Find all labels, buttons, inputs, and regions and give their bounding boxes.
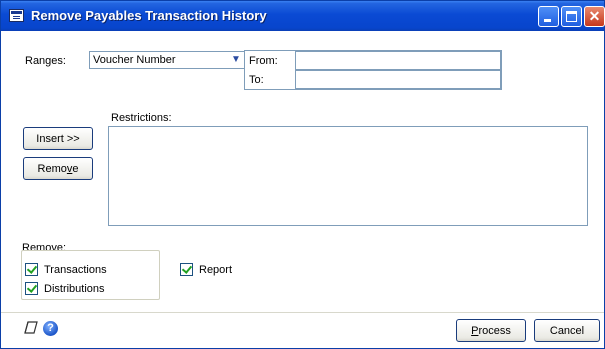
footer-divider (1, 312, 604, 313)
restrictions-label: Restrictions: (111, 112, 172, 124)
minimize-button[interactable] (538, 6, 559, 27)
process-button[interactable]: Process (456, 319, 526, 342)
remove-button-label-start: Remo (37, 163, 67, 175)
remove-button[interactable]: Remove (23, 157, 93, 180)
insert-button[interactable]: Insert >> (23, 127, 93, 150)
transactions-checkbox[interactable] (25, 263, 38, 276)
maximize-button[interactable] (561, 6, 582, 27)
close-icon: ✕ (588, 8, 601, 24)
eraser-icon[interactable] (23, 321, 39, 335)
help-icon[interactable]: ? (43, 321, 58, 336)
report-label: Report (199, 264, 233, 276)
ranges-label: Ranges: (25, 55, 66, 67)
transactions-label: Transactions (44, 264, 107, 276)
title-bar[interactable]: Remove Payables Transaction History ✕ (1, 1, 605, 31)
from-label: From: (249, 55, 278, 67)
distributions-checkbox[interactable] (25, 282, 38, 295)
minimize-icon (544, 19, 551, 22)
ranges-dropdown[interactable]: Voucher Number ▼ (89, 51, 245, 69)
close-button[interactable]: ✕ (584, 6, 605, 27)
from-field[interactable] (295, 51, 501, 70)
remove-button-label-end: e (72, 163, 79, 175)
chevron-down-icon[interactable]: ▼ (228, 52, 244, 68)
to-label: To: (249, 74, 264, 86)
distributions-label: Distributions (44, 283, 105, 295)
cancel-button[interactable]: Cancel (534, 319, 600, 342)
restrictions-list[interactable] (108, 126, 588, 226)
report-checkbox[interactable] (180, 263, 193, 276)
process-button-label-end: rocess (478, 325, 511, 337)
window-icon (9, 9, 24, 22)
to-field[interactable] (295, 70, 501, 89)
ranges-selected-value: Voucher Number (93, 54, 176, 66)
window-title: Remove Payables Transaction History (31, 8, 267, 23)
dialog-window: Remove Payables Transaction History ✕ Ra… (0, 0, 605, 349)
maximize-icon (566, 11, 577, 22)
